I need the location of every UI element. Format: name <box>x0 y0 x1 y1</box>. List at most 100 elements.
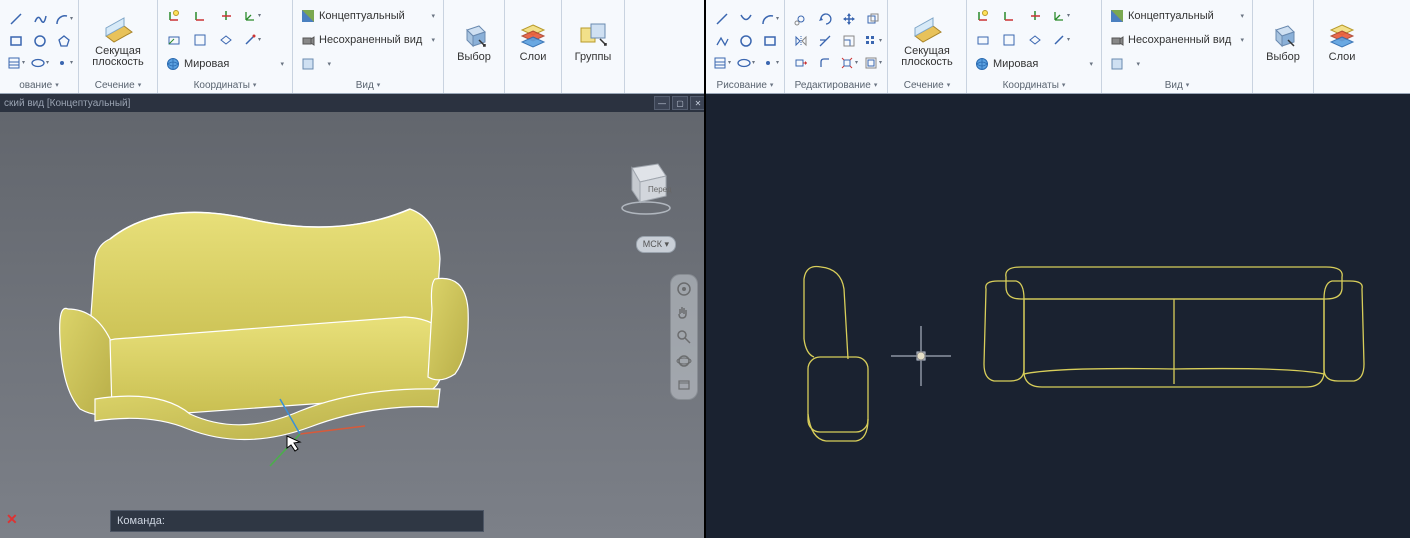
ucs-icon-4[interactable]: ▾ <box>240 5 264 27</box>
tool-polygon-icon[interactable] <box>52 30 76 52</box>
selection-button[interactable]: Выбор <box>448 3 500 77</box>
r-arc-icon[interactable]: ▾ <box>758 8 782 30</box>
r-ucs-2-icon[interactable] <box>997 5 1021 27</box>
tool-spline-icon[interactable] <box>28 8 52 30</box>
r-layers-label: Слои <box>1329 52 1356 63</box>
visual-style-dropdown[interactable]: Концептуальный ▾ <box>297 5 439 27</box>
r-rotate-icon[interactable] <box>813 8 837 30</box>
r-ucs-7-icon[interactable] <box>1023 29 1047 51</box>
ucs-icon-5[interactable] <box>162 29 186 51</box>
r-line-icon[interactable] <box>710 8 734 30</box>
r-hatch-icon[interactable]: ▾ <box>710 52 734 74</box>
r-array-icon[interactable]: ▾ <box>861 30 885 52</box>
layers-button[interactable]: Слои <box>509 3 557 77</box>
r-visual-style-label: Концептуальный <box>1128 10 1214 22</box>
sofa-front-wireframe <box>976 259 1376 419</box>
ucs-icon-3[interactable] <box>214 5 238 27</box>
panel-draw-right: ▾ ▾ ▾ ▾ Рисование▾ <box>706 0 785 93</box>
viewport-2d[interactable] <box>706 94 1410 538</box>
close-button[interactable]: ✕ <box>690 96 704 110</box>
r-offset-icon[interactable]: ▾ <box>861 52 885 74</box>
r-ucs-5-icon[interactable] <box>971 29 995 51</box>
ucs-icon-8[interactable]: ▾ <box>240 29 264 51</box>
ucs-axis-icon <box>250 384 390 484</box>
ucs-icon-1[interactable] <box>162 5 186 27</box>
r-ucs-world-label: Мировая <box>993 58 1038 70</box>
ucs-icon-7[interactable] <box>214 29 238 51</box>
tool-line-icon[interactable] <box>4 8 28 30</box>
r-layers-button[interactable]: Слои <box>1318 3 1366 77</box>
groups-label: Группы <box>575 52 612 63</box>
tool-circle-icon[interactable] <box>28 30 52 52</box>
showmotion-icon[interactable] <box>676 377 692 393</box>
panel-section-right: Секущая плоскость Сечение▾ <box>888 0 967 93</box>
saved-view-dropdown[interactable]: Несохраненный вид ▾ <box>297 29 439 51</box>
camera-icon <box>301 33 315 47</box>
r-view-extra-dropdown[interactable]: ▾ <box>1106 53 1144 75</box>
r-move-arrows-icon[interactable] <box>837 8 861 30</box>
tool-ellipse-icon[interactable]: ▾ <box>28 52 52 74</box>
r-ucs-4-icon[interactable]: ▾ <box>1049 5 1073 27</box>
panel-title-edit-right: Редактирование <box>795 80 871 91</box>
r-circle-icon[interactable] <box>734 30 758 52</box>
r-pline-icon[interactable] <box>710 30 734 52</box>
r-copy-icon[interactable] <box>861 8 885 30</box>
steering-wheel-icon[interactable] <box>676 281 692 297</box>
groups-button[interactable]: Группы <box>566 3 620 77</box>
r-trim-icon[interactable] <box>813 30 837 52</box>
r-rect-icon[interactable] <box>758 30 782 52</box>
pan-icon[interactable] <box>676 305 692 321</box>
r-visual-style-dropdown[interactable]: Концептуальный ▾ <box>1106 5 1248 27</box>
section-plane-button[interactable]: Секущая плоскость <box>83 3 153 77</box>
r-explode-icon[interactable]: ▾ <box>837 52 861 74</box>
r-stretch-icon[interactable] <box>789 52 813 74</box>
r-saved-view-dropdown[interactable]: Несохраненный вид ▾ <box>1106 29 1248 51</box>
ucs-icon-6[interactable] <box>188 29 212 51</box>
layers-icon <box>517 19 549 51</box>
r-spline-icon[interactable] <box>734 8 758 30</box>
r-ucs-6-icon[interactable] <box>997 29 1021 51</box>
r-layers-icon <box>1326 19 1358 51</box>
zoom-icon[interactable] <box>676 329 692 345</box>
panel-title-coords-right: Координаты <box>1003 80 1059 91</box>
r-mirror-icon[interactable] <box>789 30 813 52</box>
r-ucs-1-icon[interactable] <box>971 5 995 27</box>
r-ucs-8-icon[interactable]: ▾ <box>1049 29 1073 51</box>
panel-title-draw-right: Рисование <box>717 80 767 91</box>
panel-view-left: Концептуальный ▾ Несохраненный вид ▾ ▾ <box>293 0 444 93</box>
tool-arc-icon[interactable]: ▾ <box>52 8 76 30</box>
panel-view-right: Концептуальный ▾ Несохраненный вид ▾ ▾ <box>1102 0 1253 93</box>
r-scale-icon[interactable] <box>837 30 861 52</box>
r-section-plane-button[interactable]: Секущая плоскость <box>892 3 962 77</box>
viewcube[interactable]: Перед <box>614 154 676 216</box>
tool-box-icon[interactable] <box>4 30 28 52</box>
ucs-badge[interactable]: МСК ▾ <box>636 236 676 253</box>
ucs-icon-2[interactable] <box>188 5 212 27</box>
r-visual-style-icon <box>1110 9 1124 23</box>
r-fillet-icon[interactable] <box>813 52 837 74</box>
r-ucs-world-dropdown[interactable]: Мировая ▾ <box>971 53 1097 75</box>
minimize-button[interactable]: — <box>654 96 670 110</box>
r-ellipse-icon[interactable]: ▾ <box>734 52 758 74</box>
cube-select-icon <box>458 19 490 51</box>
ucs-x-marker: ✕ <box>6 511 18 528</box>
navigation-bar <box>670 274 698 400</box>
tool-hatch-icon[interactable]: ▾ <box>4 52 28 74</box>
maximize-button[interactable]: ▢ <box>672 96 688 110</box>
groups-icon <box>577 19 609 51</box>
tool-point-icon[interactable]: ▾ <box>52 52 76 74</box>
ribbon-left: ▾ ▾ ▾ ▾ ование▾ <box>0 0 704 94</box>
viewport-icon <box>301 57 315 71</box>
panel-title-view-left: Вид <box>356 80 374 91</box>
globe-icon <box>166 57 180 71</box>
panel-title-coords-left: Координаты <box>194 80 250 91</box>
orbit-icon[interactable] <box>676 353 692 369</box>
viewport-3d[interactable]: ский вид [Концептуальный] — ▢ ✕ <box>0 94 704 538</box>
command-line[interactable]: Команда: <box>110 510 484 532</box>
ucs-world-dropdown[interactable]: Мировая ▾ <box>162 53 288 75</box>
r-move-icon[interactable] <box>789 8 813 30</box>
r-ucs-3-icon[interactable] <box>1023 5 1047 27</box>
r-point-icon[interactable]: ▾ <box>758 52 782 74</box>
view-extra-dropdown[interactable]: ▾ <box>297 53 335 75</box>
r-selection-button[interactable]: Выбор <box>1257 3 1309 77</box>
